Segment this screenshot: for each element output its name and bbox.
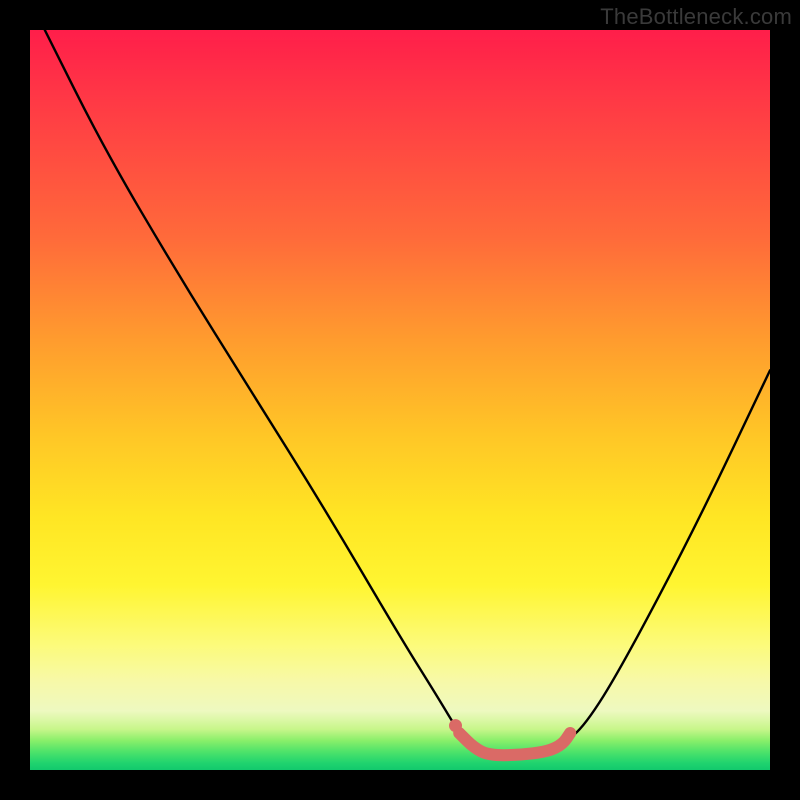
chart-svg	[30, 30, 770, 770]
bottleneck-curve	[45, 30, 770, 755]
watermark-text: TheBottleneck.com	[600, 4, 792, 30]
optimal-start-dot	[449, 719, 462, 732]
chart-frame: TheBottleneck.com	[0, 0, 800, 800]
optimal-segment	[459, 733, 570, 755]
plot-gradient-area	[30, 30, 770, 770]
